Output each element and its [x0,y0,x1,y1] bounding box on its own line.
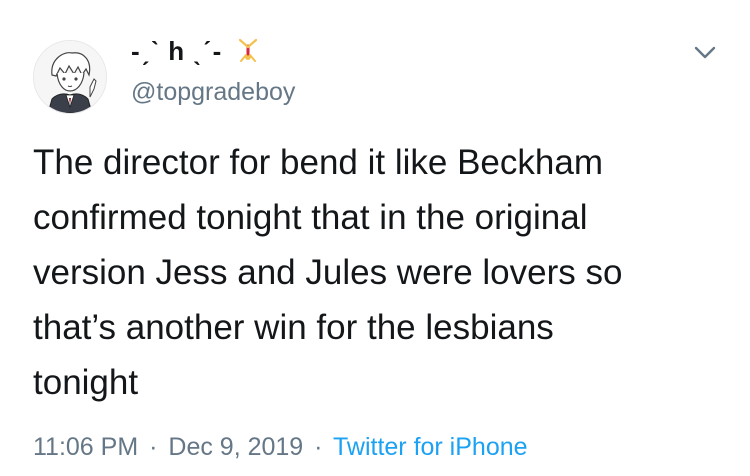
display-name-text: -ˏˋ h ˎˊ- [131,36,223,66]
user-handle[interactable]: @topgradeboy [131,78,295,107]
tweet-time[interactable]: 11:06 PM [33,433,138,461]
meta-separator: · [314,433,323,461]
tweet-text-line: confirmed tonight that in the original [33,198,588,237]
meta-separator: · [149,433,158,461]
chevron-down-icon[interactable] [690,40,720,64]
tweet-text-line: tonight [33,363,139,402]
tweet-text: The director for bend it like Beckham co… [33,135,733,410]
tweet-date[interactable]: Dec 9, 2019 [168,433,303,461]
tweet-meta: 11:06 PM · Dec 9, 2019 · Twitter for iPh… [33,433,528,462]
avatar[interactable] [33,40,107,114]
tweet-text-line: The director for bend it like Beckham [33,143,603,182]
display-name[interactable]: -ˏˋ h ˎˊ- [131,36,261,70]
anime-character-avatar-icon [34,41,106,113]
tweet-text-line: that’s another win for the lesbians [33,308,554,347]
tweet-text-line: version Jess and Jules were lovers so [33,253,623,292]
tweet-card: -ˏˋ h ˎˊ- @topgradeboy The director for … [0,0,750,476]
cartwheel-person-icon [235,37,261,70]
tweet-source-link[interactable]: Twitter for iPhone [333,433,528,461]
